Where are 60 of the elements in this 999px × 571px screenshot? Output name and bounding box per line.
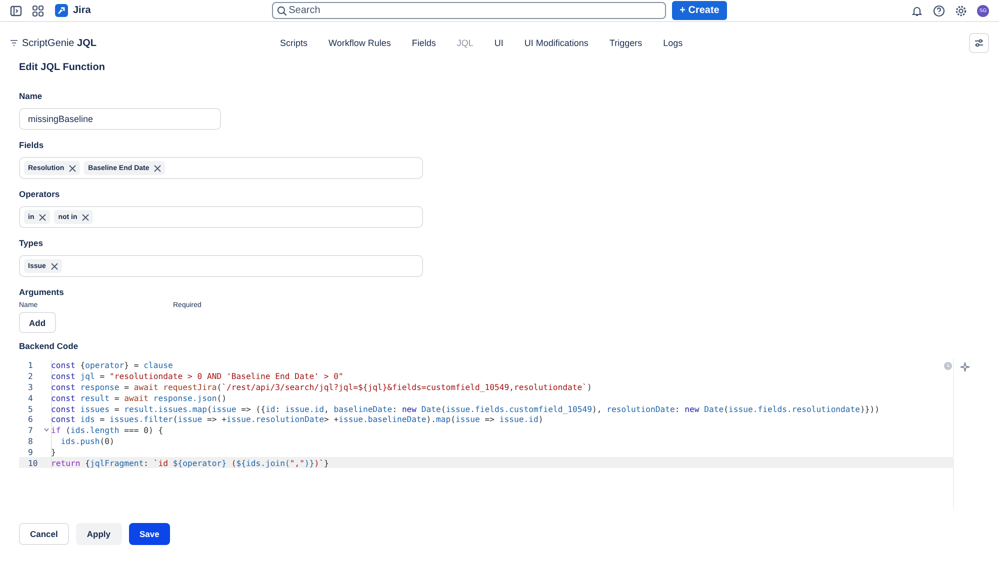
code-line: const jql = "resolutiondate > 0 AND 'Baseline End Date' > 0": [51, 371, 344, 382]
settings-toggle-button[interactable]: [969, 33, 989, 53]
code-line: const response = await requestJira(`/rest/api/3/search/jql?jql=${jql}&fields=customfield_10549,resolutiondate`): [51, 382, 592, 392]
fold-caret-icon[interactable]: [44, 428, 49, 432]
field-label: Arguments: [19, 287, 65, 297]
code-line: const result = await response.json(): [51, 392, 226, 403]
line-number: 9: [28, 446, 34, 457]
code-line: const ids = issues.filter(issue => +issue.resolutionDate> +issue.baselineDate).map(issue => issue.id): [51, 414, 544, 424]
form-button[interactable]: Cancel: [19, 523, 69, 545]
code-line: if (ids.length === 0) {: [51, 425, 164, 436]
line-number: 7: [28, 425, 34, 436]
line-number: 1: [28, 360, 34, 370]
nav-tab[interactable]: Triggers: [609, 38, 642, 48]
code-line: const issues = result.issues.map(issue => ({id: issue.id, baselineDate: new Date(issue.fields.customfield_10549), resolutionDate: new Date(issue.fields.resolutiondate)})): [51, 404, 880, 414]
line-number: 2: [28, 371, 34, 382]
code-editor[interactable]: [19, 358, 954, 509]
line-number: 3: [28, 382, 34, 392]
nav-tab[interactable]: Logs: [663, 38, 683, 48]
app-name[interactable]: Jira: [73, 5, 91, 16]
page-title: Edit JQL Function: [19, 62, 106, 73]
sparkle-icon[interactable]: [960, 362, 970, 372]
field-label: Name: [19, 91, 44, 101]
nav-tab[interactable]: Scripts: [280, 38, 308, 48]
app-title: ScriptGenie JQL: [22, 38, 96, 48]
field-label: Fields: [19, 140, 45, 150]
code-line: const {operator} = clause: [51, 360, 173, 370]
line-number: 6: [28, 414, 34, 424]
line-number: 5: [28, 404, 34, 414]
form-button[interactable]: Apply: [76, 523, 122, 545]
close-icon[interactable]: [82, 214, 90, 220]
field-label: Operators: [19, 189, 61, 199]
nav-tab[interactable]: Workflow Rules: [328, 38, 391, 48]
code-line: ids.push(0): [60, 436, 114, 446]
line-number: 10: [28, 458, 39, 468]
name-input[interactable]: missingBaseline: [19, 108, 221, 130]
code-line: }: [51, 446, 56, 457]
bell-icon[interactable]: [911, 4, 923, 16]
settings-icon[interactable]: [955, 4, 967, 16]
close-icon[interactable]: [50, 262, 58, 270]
sidebar-toggle-icon[interactable]: [10, 4, 22, 16]
nav-tab[interactable]: UI: [494, 38, 504, 48]
help-icon[interactable]: [933, 4, 945, 16]
line-number: 8: [28, 436, 34, 446]
search-field[interactable]: Search: [272, 2, 666, 19]
close-icon[interactable]: [39, 214, 46, 220]
field-label: Types: [19, 238, 44, 248]
app-grid-icon[interactable]: [32, 4, 44, 16]
create-button[interactable]: + Create: [672, 1, 728, 20]
field-label: Backend Code: [19, 341, 80, 351]
jira-logo-icon[interactable]: [55, 4, 68, 17]
filter-funnel-icon: [10, 39, 18, 47]
close-icon[interactable]: [154, 164, 162, 172]
nav-tab[interactable]: Fields: [412, 38, 436, 48]
code-line: return {jqlFragment: `id ${operator} (${ids.join(",")})`}: [51, 458, 329, 468]
add-button[interactable]: Add: [19, 312, 56, 333]
nav-tab[interactable]: UI Modifications: [524, 38, 588, 48]
sliders-icon: [974, 38, 984, 48]
form-button[interactable]: Save: [128, 523, 170, 545]
line-number: 4: [28, 392, 34, 403]
close-icon[interactable]: [69, 164, 76, 172]
